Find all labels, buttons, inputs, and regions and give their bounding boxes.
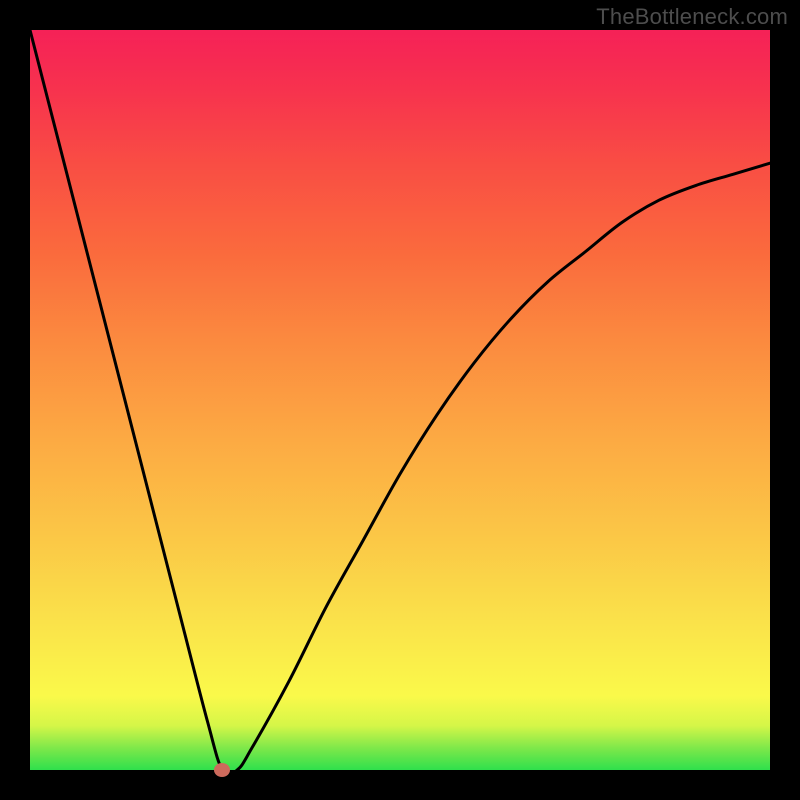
- bottleneck-curve-path: [30, 30, 770, 770]
- watermark-text: TheBottleneck.com: [596, 4, 788, 30]
- minimum-marker: [214, 763, 230, 777]
- curve-svg: [30, 30, 770, 770]
- chart-container: TheBottleneck.com: [0, 0, 800, 800]
- plot-area: [30, 30, 770, 770]
